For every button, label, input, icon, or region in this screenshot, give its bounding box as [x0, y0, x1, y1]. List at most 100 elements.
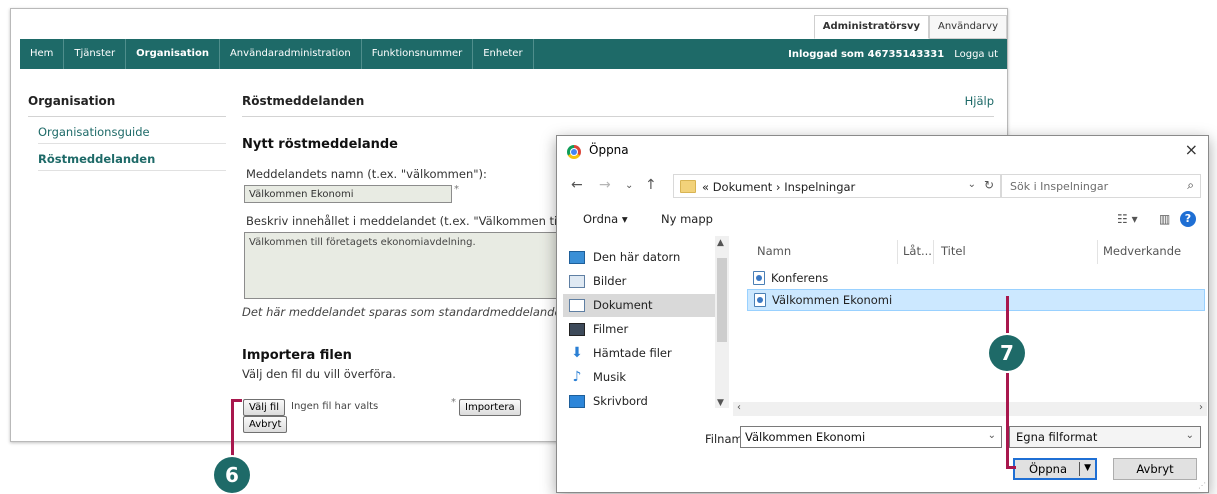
column-separator [897, 240, 898, 264]
required-mark: * [454, 184, 459, 195]
desktop-icon [569, 395, 585, 408]
nav-item-label: Den här datorn [593, 250, 681, 264]
back-arrow-icon[interactable]: ← [571, 177, 583, 193]
description-label: Beskriv innehållet i meddelandet (t.ex. … [246, 214, 561, 228]
music-icon: ♪ [572, 369, 582, 385]
nav-services[interactable]: Tjänster [64, 39, 127, 69]
nav-item-desktop[interactable]: Skrivbord [563, 390, 715, 408]
nav-user-admin[interactable]: Användaradministration [220, 39, 362, 69]
search-placeholder: Sök i Inspelningar [1010, 180, 1109, 193]
audio-file-icon [754, 293, 766, 307]
help-icon[interactable]: ? [1180, 211, 1196, 227]
address-bar[interactable]: « Dokument › Inspelningar ⌄ ↻ [673, 174, 1001, 198]
logout-link[interactable]: Logga ut [954, 49, 998, 60]
help-link[interactable]: Hjälp [965, 94, 994, 108]
scroll-right-icon[interactable]: › [1199, 402, 1203, 413]
nav-item-downloads[interactable]: ⬇ Hämtade filer [563, 342, 715, 365]
nav-scrollbar[interactable]: ▲ ▼ [715, 236, 729, 408]
column-title[interactable]: Titel [941, 244, 966, 258]
address-dropdown-icon[interactable]: ⌄ [968, 179, 976, 190]
filename-value: Välkommen Ekonomi [745, 430, 866, 444]
downloads-icon: ⬇ [571, 345, 583, 361]
chrome-icon [567, 145, 581, 159]
nav-organisation[interactable]: Organisation [126, 39, 220, 69]
breadcrumb-recordings[interactable]: Inspelningar [784, 180, 855, 194]
column-name[interactable]: Namn [757, 244, 791, 258]
nav-item-documents[interactable]: Dokument [563, 294, 715, 317]
organize-menu[interactable]: Ordna ▾ [583, 212, 628, 226]
forward-arrow-icon[interactable]: → [599, 177, 611, 193]
search-box[interactable]: Sök i Inspelningar ⌕ [1001, 174, 1201, 198]
nav-function-numbers[interactable]: Funktionsnummer [362, 39, 474, 69]
nav-item-pictures[interactable]: Bilder [563, 270, 715, 293]
navigation-pane: Den här datorn Bilder Dokument Filmer ⬇ … [557, 236, 731, 408]
breadcrumb-documents[interactable]: Dokument [713, 180, 773, 194]
callout-6-line-v [231, 399, 234, 457]
resize-grip-icon[interactable]: ⋰ [1198, 481, 1206, 490]
pictures-icon [569, 275, 585, 288]
filename-dropdown-icon[interactable]: ⌄ [988, 430, 996, 441]
open-file-dialog: Öppna × ← → ⌄ ↑ « Dokument › Inspelninga… [556, 135, 1209, 493]
folder-icon [680, 180, 696, 193]
up-arrow-icon[interactable]: ↑ [645, 177, 657, 193]
file-list-hscrollbar[interactable]: ‹ › [733, 402, 1207, 416]
documents-icon [569, 299, 585, 312]
description-textarea[interactable]: Välkommen till företagets ekonomiavdelni… [244, 232, 559, 299]
file-row-selected[interactable]: Välkommen Ekonomi [747, 289, 1205, 311]
nav-devices[interactable]: Enheter [473, 39, 534, 69]
breadcrumb-overflow[interactable]: « [702, 180, 709, 194]
search-icon[interactable]: ⌕ [1187, 178, 1194, 193]
sidebar-title: Organisation [28, 94, 226, 117]
view-options-icon[interactable]: ☷ ▾ [1117, 212, 1138, 226]
filename-input[interactable]: Välkommen Ekonomi ⌄ [740, 426, 1002, 448]
nav-item-this-pc[interactable]: Den här datorn [563, 246, 715, 269]
sidebar-item-voice-messages[interactable]: Röstmeddelanden [38, 144, 226, 171]
filetype-select[interactable]: Egna filformat ⌄ [1009, 426, 1201, 448]
message-name-label: Meddelandets namn (t.ex. "välkommen"): [246, 167, 487, 181]
import-button[interactable]: Importera [459, 399, 521, 416]
page-header: Röstmeddelanden Hjälp [242, 94, 994, 117]
nav-item-label: Hämtade filer [593, 346, 672, 360]
sidebar-item-org-guide[interactable]: Organisationsguide [38, 117, 226, 144]
file-row[interactable]: Konferens [747, 268, 1205, 290]
nav-item-videos[interactable]: Filmer [563, 318, 715, 341]
open-button-split [1079, 462, 1080, 476]
callout-7-line-top [1006, 296, 1009, 333]
nav-item-label: Skrivbord [593, 394, 648, 408]
choose-file-button[interactable]: Välj fil [243, 399, 286, 416]
scroll-thumb[interactable] [717, 258, 727, 342]
close-icon[interactable]: × [1185, 140, 1198, 159]
column-track[interactable]: Låt... [903, 244, 932, 258]
nav-item-label: Dokument [593, 298, 653, 312]
new-folder-button[interactable]: Ny mapp [661, 212, 713, 226]
message-name-input[interactable]: Välkommen Ekonomi [244, 185, 452, 203]
scroll-up-icon[interactable]: ▲ [717, 238, 724, 248]
open-dropdown-icon[interactable]: ▼ [1084, 463, 1091, 473]
main-nav: Hem Tjänster Organisation Användaradmini… [20, 39, 1007, 69]
callout-7-line-h [1006, 466, 1016, 469]
filetype-value: Egna filformat [1016, 430, 1098, 444]
tab-admin-view[interactable]: Administratörsvy [813, 15, 929, 39]
column-separator [933, 240, 934, 264]
audio-file-icon [753, 271, 765, 285]
preview-pane-icon[interactable]: ▥ [1159, 212, 1170, 226]
callout-7-line-bottom [1006, 373, 1009, 468]
import-required-mark: * [451, 397, 456, 408]
filetype-dropdown-icon[interactable]: ⌄ [1186, 430, 1194, 441]
cancel-button[interactable]: Avbryt [243, 416, 288, 433]
callout-6-marker: 6 [214, 457, 250, 493]
breadcrumb-separator: › [775, 180, 781, 194]
dialog-cancel-button[interactable]: Avbryt [1113, 458, 1197, 480]
scroll-left-icon[interactable]: ‹ [737, 402, 741, 413]
file-list: Namn Låt... Titel Medverkande Konferens … [733, 236, 1207, 408]
recent-locations-icon[interactable]: ⌄ [625, 180, 633, 191]
nav-item-label: Filmer [593, 322, 629, 336]
tab-user-view[interactable]: Användarvy [929, 15, 1007, 39]
refresh-icon[interactable]: ↻ [984, 178, 994, 192]
nav-home[interactable]: Hem [20, 39, 65, 69]
file-name: Välkommen Ekonomi [772, 293, 893, 307]
open-button[interactable]: Öppna ▼ [1013, 458, 1097, 480]
column-artist[interactable]: Medverkande [1103, 244, 1181, 258]
scroll-down-icon[interactable]: ▼ [717, 398, 724, 408]
nav-item-music[interactable]: ♪ Musik [563, 366, 715, 389]
